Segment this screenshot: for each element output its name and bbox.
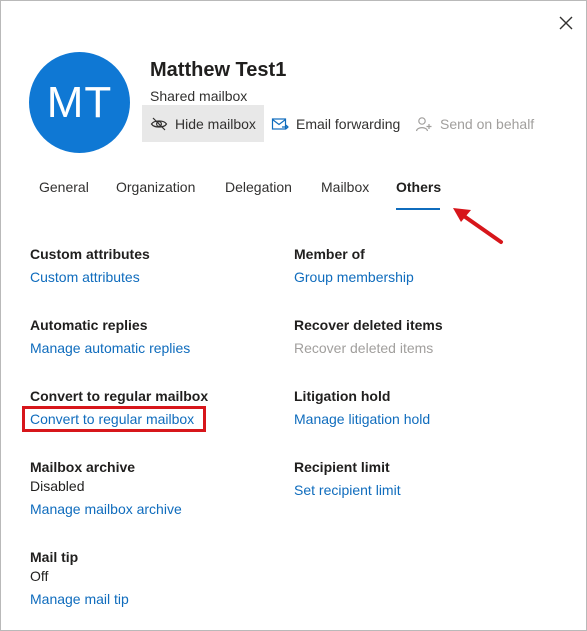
active-tab-indicator (396, 208, 440, 210)
section-automatic-replies: Automatic replies Manage automatic repli… (30, 317, 190, 358)
tab-delegation[interactable]: Delegation (225, 179, 292, 195)
annotation-arrow-icon (453, 208, 503, 244)
mail-forward-icon (271, 115, 289, 133)
mail-tip-status: Off (30, 568, 49, 584)
section-recover-deleted-items: Recover deleted items Recover deleted it… (294, 317, 443, 358)
section-title: Mailbox archive (30, 459, 136, 475)
section-title: Convert to regular mailbox (30, 388, 209, 404)
section-title: Member of (294, 246, 365, 262)
set-recipient-limit-link[interactable]: Set recipient limit (294, 482, 401, 499)
section-title: Mail tip (30, 549, 79, 565)
section-title: Custom attributes (30, 246, 150, 262)
annotation-highlight-box (22, 406, 206, 432)
section-custom-attributes: Custom attributes Custom attributes (30, 246, 150, 287)
manage-mail-tip-link[interactable]: Manage mail tip (30, 591, 129, 608)
send-on-behalf-button: Send on behalf (415, 105, 534, 142)
section-mailbox-archive: Mailbox archive Disabled Manage mailbox … (30, 459, 182, 519)
section-title: Recipient limit (294, 459, 390, 475)
hide-eye-icon (150, 115, 168, 133)
section-title: Recover deleted items (294, 317, 443, 333)
avatar: MT (29, 52, 130, 153)
group-membership-link[interactable]: Group membership (294, 269, 414, 286)
section-litigation-hold: Litigation hold Manage litigation hold (294, 388, 430, 429)
hide-mailbox-button[interactable]: Hide mailbox (142, 105, 264, 142)
section-mail-tip: Mail tip Off Manage mail tip (30, 549, 129, 609)
email-forwarding-label: Email forwarding (296, 115, 401, 132)
section-recipient-limit: Recipient limit Set recipient limit (294, 459, 401, 500)
manage-litigation-hold-link[interactable]: Manage litigation hold (294, 411, 430, 428)
section-title: Automatic replies (30, 317, 148, 333)
mailbox-archive-status: Disabled (30, 478, 85, 494)
section-member-of: Member of Group membership (294, 246, 414, 287)
recover-deleted-items-link: Recover deleted items (294, 340, 434, 356)
hide-mailbox-label: Hide mailbox (175, 115, 256, 132)
avatar-initials: MT (46, 77, 113, 127)
email-forwarding-button[interactable]: Email forwarding (271, 105, 400, 142)
tab-organization[interactable]: Organization (116, 179, 195, 195)
mailbox-name: Matthew Test1 (150, 59, 287, 81)
custom-attributes-link[interactable]: Custom attributes (30, 269, 140, 286)
tab-mailbox[interactable]: Mailbox (321, 179, 369, 195)
mailbox-type: Shared mailbox (150, 88, 248, 104)
person-add-icon (415, 115, 433, 133)
tab-general[interactable]: General (39, 179, 89, 195)
mailbox-details-panel: MT Matthew Test1 Shared mailbox Hide mai… (0, 0, 587, 631)
close-icon[interactable] (556, 13, 576, 33)
send-on-behalf-label: Send on behalf (440, 115, 535, 132)
manage-automatic-replies-link[interactable]: Manage automatic replies (30, 340, 190, 357)
manage-mailbox-archive-link[interactable]: Manage mailbox archive (30, 501, 182, 518)
tab-others[interactable]: Others (396, 179, 441, 195)
section-title: Litigation hold (294, 388, 391, 404)
